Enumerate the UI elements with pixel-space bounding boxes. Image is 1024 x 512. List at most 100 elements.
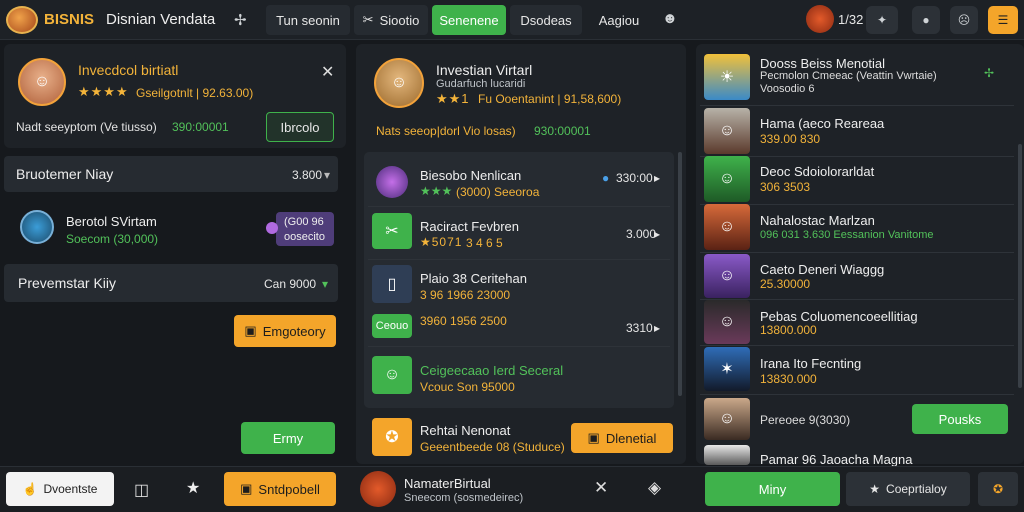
profile-icon[interactable]: ☻ <box>662 10 678 27</box>
divider <box>700 394 1014 395</box>
item-subtitle: 339.00 830 <box>760 132 821 146</box>
star-icon[interactable]: ✦ <box>866 6 898 34</box>
avatar: ☺ <box>704 108 750 154</box>
app-title: Disnian Vendata <box>106 11 216 28</box>
item-title: Raciract Fevbren <box>420 219 519 234</box>
item-title: Pebas Coluomencoeellitiag <box>760 309 918 324</box>
menu-icon[interactable]: ☰ <box>988 6 1018 34</box>
item-title: Biesobo Nenlican <box>420 168 522 183</box>
tab-dsodeas[interactable]: Dsodeas <box>510 5 582 35</box>
footer-dark-button[interactable]: ★ Coeprtialoy <box>846 472 970 506</box>
item-title: Rehtai Nenonat <box>420 423 511 438</box>
green-button[interactable]: Ermy <box>241 422 335 454</box>
item-thumb: Ceouo <box>372 314 412 338</box>
meta-text: Nats seeop|dorl Vio losas) <box>376 124 516 138</box>
tab-tun-seonin[interactable]: Tun seonin <box>266 5 350 35</box>
item-title: Hama (aeco Reareaa <box>760 116 885 131</box>
item-subtitle: Pecmolon Cmeeac (Veattin Vwrtaie) <box>760 70 937 82</box>
action-button[interactable]: Ibrcolo <box>266 112 334 142</box>
character-icon: ☺ <box>372 356 412 394</box>
star-icon: ★ <box>869 482 881 496</box>
close-icon[interactable]: ✕ <box>321 62 334 82</box>
meta-value: 390:00001 <box>172 120 229 134</box>
item-title: Dooss Beiss Menotial <box>760 56 885 71</box>
item-title: Pamar 96 Jaoacha Magna <box>760 452 913 467</box>
item-subtitle: 13830.000 <box>760 372 817 386</box>
profile-name: Invecdcol birtiatl <box>78 62 179 78</box>
notification-icon[interactable]: ✪ <box>978 472 1018 506</box>
item-subtitle: (3000) Seeoroa <box>456 185 540 199</box>
chevron-down-icon[interactable]: ▾ <box>322 277 328 291</box>
footer-button-primary[interactable]: ☝ Dvoentste <box>6 472 114 506</box>
tab-label: Siootio <box>379 12 420 28</box>
face-icon[interactable]: ☹ <box>950 6 978 34</box>
avatar: ☺ <box>704 156 750 202</box>
profile-stats: Gseilgotnlt | 92.63.00) <box>136 86 254 100</box>
settings-icon[interactable]: ◈ <box>648 478 661 498</box>
chevron-right-icon[interactable]: ▸ <box>654 227 660 241</box>
item-value: 3.000 <box>626 227 657 241</box>
brand-logo-icon[interactable] <box>6 6 38 34</box>
button-label: Sntdpobell <box>258 481 320 497</box>
meta-value: 930:00001 <box>534 124 591 138</box>
notification-avatar-icon[interactable] <box>806 5 834 33</box>
chevron-right-icon[interactable]: ▸ <box>654 321 660 335</box>
divider <box>700 105 1014 106</box>
item-subtitle: Vcouc Son 95000 <box>420 380 515 394</box>
expand-icon[interactable]: ✢ <box>984 66 994 80</box>
item-value: 330:00 <box>616 171 653 185</box>
profile-stats: Fu Ooentanint | 91,58,600) <box>478 92 622 106</box>
orange-button[interactable]: ▣ Dlenetial <box>571 423 673 453</box>
item-title: Deoc Sdoiolorarldat <box>760 164 875 179</box>
chevron-down-icon[interactable]: ▾ <box>324 168 330 182</box>
item-subtitle: 3960 1956 2500 <box>420 314 507 328</box>
button-label: Dvoentste <box>43 482 98 496</box>
item-subtitle: 13800.000 <box>760 323 817 337</box>
row-title: Prevemstar Kiiy <box>18 275 117 291</box>
footer-subtitle: Sneecom (sosmedeirec) <box>404 492 524 504</box>
item-subtitle: 3 4 6 5 <box>466 236 503 250</box>
middle-footer <box>350 466 690 512</box>
item-title: Nahalostac Marlzan <box>760 213 875 228</box>
item-subtitle: 306 3503 <box>760 180 811 194</box>
green-button[interactable]: Pousks <box>912 404 1008 434</box>
avatar: ☺ <box>704 204 750 250</box>
divider <box>700 345 1014 346</box>
tab-aagiou[interactable]: Aagiou <box>590 5 648 35</box>
tab-siootio[interactable]: ✂ Siootio <box>354 5 428 35</box>
orb-icon <box>376 166 408 198</box>
scrollbar[interactable] <box>1018 144 1022 388</box>
avatar: ☺ <box>18 58 66 106</box>
orange-button[interactable]: ▣ Emgoteory <box>234 315 336 347</box>
phone-icon: ▯ <box>372 265 412 303</box>
info-icon: ● <box>602 171 610 185</box>
pin-icon[interactable]: ✢ <box>234 11 247 29</box>
button-label: Dlenetial <box>605 430 657 446</box>
map-icon[interactable]: ◫ <box>134 480 149 500</box>
scrollbar[interactable] <box>678 152 682 396</box>
card-icon: ▣ <box>587 430 600 445</box>
item-value: 3310 <box>626 321 653 335</box>
tab-senenene[interactable]: Senenene <box>432 5 506 35</box>
chevron-right-icon[interactable]: ▸ <box>654 171 660 185</box>
hand-icon: ☝ <box>22 482 38 496</box>
badge-bottom: oosecito <box>284 231 325 243</box>
brand-name: BISNIS <box>44 11 95 28</box>
item-subtitle: Soecom (30,000) <box>66 232 159 246</box>
star-icon[interactable]: ★ <box>186 478 200 498</box>
item-title: Ceigeecaao Ierd Seceral <box>420 363 564 378</box>
row-value: 3.800 <box>292 168 323 182</box>
badge-icon: ✪ <box>372 418 412 456</box>
footer-green-button[interactable]: Miny <box>705 472 840 506</box>
rating-stars: ★★★ <box>420 184 453 198</box>
rating-stars: ★★★★ <box>78 84 129 99</box>
item-subtitle: Geeentbeede 08 (Studuce) <box>420 440 565 454</box>
meta-text: Nadt seeyptom (Ve tiusso) <box>16 120 157 134</box>
page-counter: 1/32 <box>838 12 864 27</box>
item-subtitle: 25.30000 <box>760 277 811 291</box>
user-icon[interactable]: ● <box>912 6 940 34</box>
item-subtitle: 096 031 3.630 Eessanion Vanitome <box>760 229 934 241</box>
footer-button-orange[interactable]: ▣ Sntdpobell <box>224 472 336 506</box>
divider <box>368 259 670 260</box>
tools-icon[interactable]: ✕ <box>594 478 608 498</box>
